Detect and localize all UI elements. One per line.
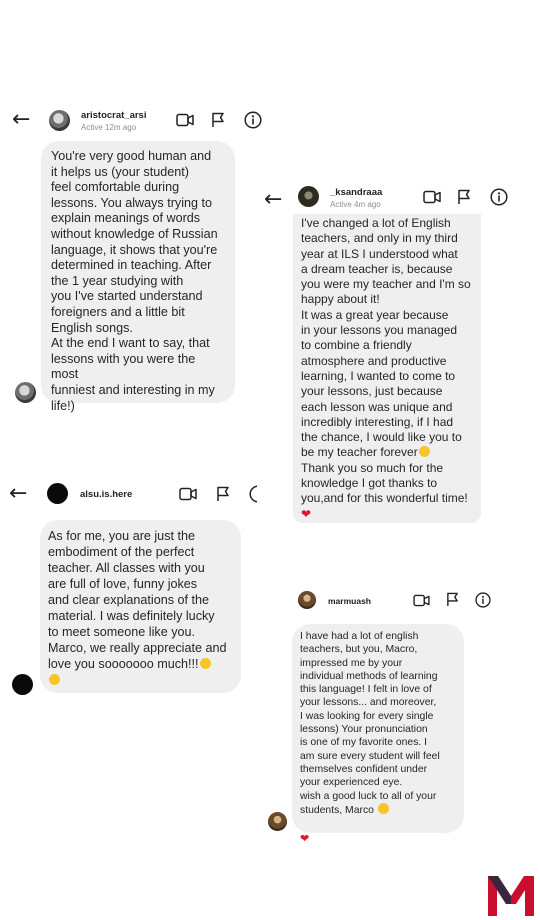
message-bubble: I have had a lot of english teachers, bu… [292,624,464,833]
message-text: I've changed a lot of English teachers, … [301,216,471,460]
info-icon[interactable] [490,188,508,206]
smiling-cat-emoji-icon [418,446,430,458]
chat-username[interactable]: _ksandraaa [330,187,382,198]
flag-icon[interactable] [457,189,471,205]
flag-icon[interactable] [446,592,459,607]
heart-emoji-icon: ❤ [301,506,312,521]
message-bubble: You're very good human and it helps us (… [41,141,235,413]
message-text: As for me, you are just the embodiment o… [48,529,227,671]
message-text: I have had a lot of english teachers, bu… [300,631,440,816]
message-text-end: Thank you so much for the knowledge I go… [301,460,468,506]
video-camera-icon[interactable] [176,113,194,127]
back-arrow-icon[interactable]: ← [264,189,282,211]
back-arrow-icon[interactable]: ← [12,109,30,131]
back-arrow-icon[interactable]: ← [9,483,27,505]
flag-icon[interactable] [216,486,230,502]
chat-username[interactable]: aristocrat_arsi [81,110,146,121]
avatar[interactable] [298,591,316,609]
video-camera-icon[interactable] [423,190,441,204]
winking-face-emoji-icon [377,802,389,814]
info-icon[interactable] [475,592,491,608]
avatar[interactable] [47,483,68,504]
brand-logo [486,872,536,918]
heart-emoji-icon: ❤ [300,833,310,845]
chat-username[interactable]: marmuash [328,596,371,606]
smiling-face-hearts-emoji-icon [49,674,60,685]
avatar[interactable] [298,186,319,207]
avatar[interactable] [49,110,70,131]
video-camera-icon[interactable] [179,487,197,501]
message-bubble: I've changed a lot of English teachers, … [293,214,481,523]
winking-face-emoji-icon [199,658,211,669]
sender-avatar[interactable] [268,812,287,831]
info-icon[interactable] [244,111,262,129]
sender-avatar[interactable] [15,382,36,403]
message-bubble: As for me, you are just the embodiment o… [40,520,241,693]
chat-username[interactable]: alsu.is.here [80,489,132,500]
info-icon-partial[interactable] [249,485,257,503]
video-camera-icon[interactable] [413,594,430,607]
active-status: Active 12m ago [81,123,137,132]
flag-icon[interactable] [211,112,225,128]
screenshot-collage: ← aristocrat_arsi Active 12m ago You're … [0,0,540,920]
sender-avatar[interactable] [12,674,33,695]
active-status: Active 4m ago [330,200,381,209]
